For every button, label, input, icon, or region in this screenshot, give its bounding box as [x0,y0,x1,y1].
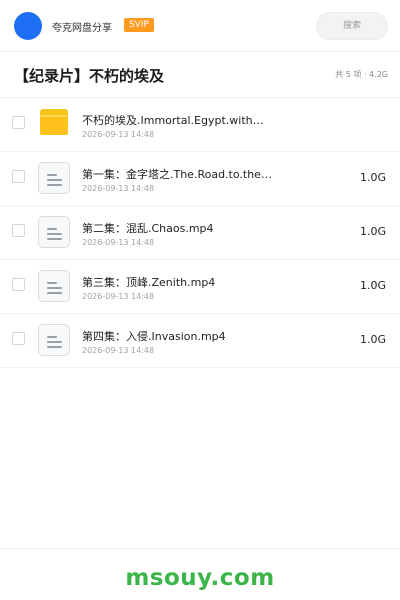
row-checkbox[interactable] [12,332,25,345]
footer: msouy.com [0,548,400,600]
file-date: 2026-09-13 14:48 [82,292,155,301]
file-date: 2026-09-13 14:48 [82,130,155,139]
file-size: 1.0G [359,279,386,292]
file-size: 1.0G [359,225,386,238]
row-checkbox[interactable] [12,224,25,237]
file-date: 2026-09-13 14:48 [82,346,155,355]
share-page: 夸克网盘分享 SVIP 【纪录片】不朽的埃及 共 5 项 · 4.2G 不朽的埃… [0,0,400,600]
file-date: 2026-09-13 14:48 [82,184,155,193]
file-row[interactable]: 不朽的埃及.Immortal.Egypt.with… 2026-09-13 14… [0,98,400,152]
search-input[interactable] [316,12,388,40]
document-icon [38,324,70,356]
file-row[interactable]: 第一集：金字塔之.The.Road.to.the.… 2026-09-13 14… [0,152,400,206]
row-checkbox[interactable] [12,278,25,291]
svip-badge: SVIP [124,18,154,32]
file-date: 2026-09-13 14:48 [82,238,155,247]
avatar[interactable] [14,12,42,40]
file-name[interactable]: 不朽的埃及.Immortal.Egypt.with… [82,112,272,128]
file-name[interactable]: 第三集：顶峰.Zenith.mp4 [82,274,272,290]
folder-title: 【纪录片】不朽的埃及 [14,67,165,85]
file-row[interactable]: 第三集：顶峰.Zenith.mp4 2026-09-13 14:48 1.0G [0,260,400,314]
file-row[interactable]: 第四集：入侵.Invasion.mp4 2026-09-13 14:48 1.0… [0,314,400,368]
folder-title-bar: 【纪录片】不朽的埃及 共 5 项 · 4.2G [0,52,400,98]
header-bar: 夸克网盘分享 SVIP [0,0,400,52]
row-checkbox[interactable] [12,116,25,129]
folder-meta: 共 5 项 · 4.2G [335,70,388,79]
row-checkbox[interactable] [12,170,25,183]
file-row[interactable]: 第二集：混乱.Chaos.mp4 2026-09-13 14:48 1.0G [0,206,400,260]
file-name[interactable]: 第二集：混乱.Chaos.mp4 [82,220,272,236]
app-name: 夸克网盘分享 [52,23,112,34]
file-name[interactable]: 第四集：入侵.Invasion.mp4 [82,328,272,344]
document-icon [38,162,70,194]
watermark-text: msouy.com [125,565,275,591]
file-size: 1.0G [359,333,386,346]
file-list: 不朽的埃及.Immortal.Egypt.with… 2026-09-13 14… [0,98,400,368]
file-size: 1.0G [359,171,386,184]
document-icon [38,216,70,248]
file-name[interactable]: 第一集：金字塔之.The.Road.to.the.… [82,166,272,182]
document-icon [38,270,70,302]
folder-icon [38,108,70,140]
